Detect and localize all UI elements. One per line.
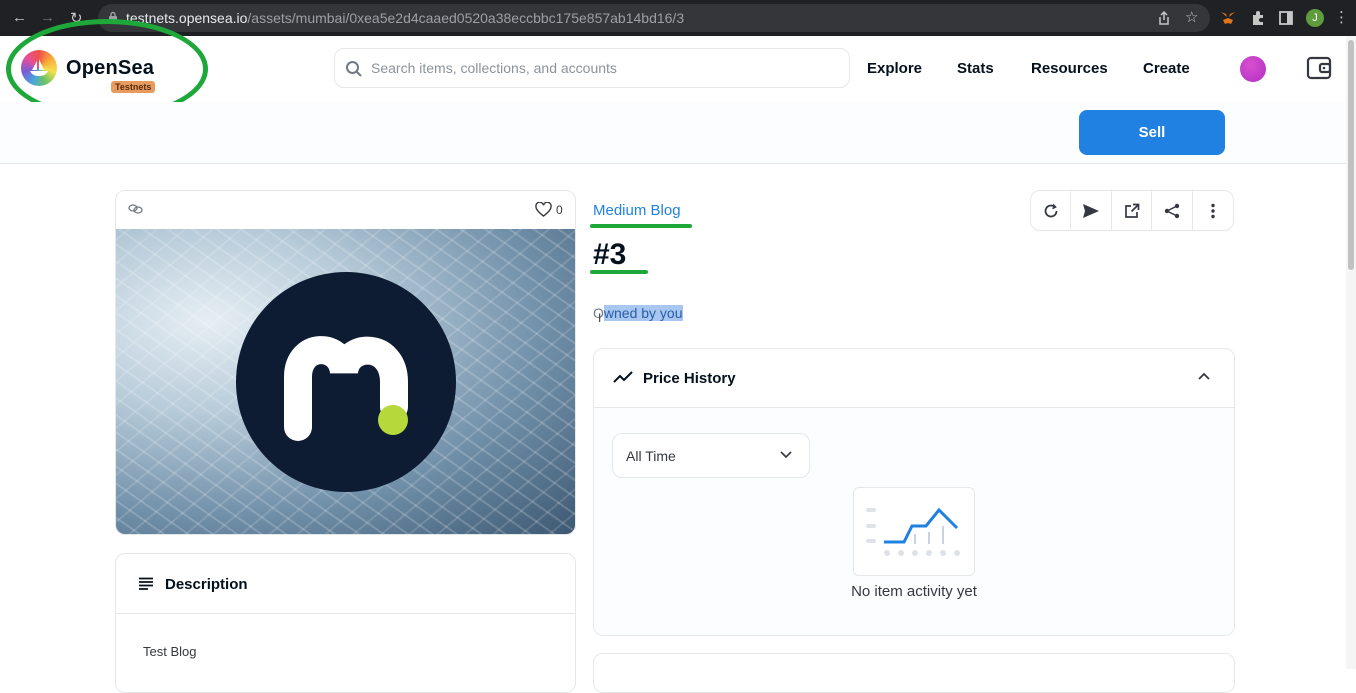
search-bar[interactable] — [334, 48, 850, 88]
description-card: Description Test Blog — [115, 553, 576, 693]
price-history-card: Price History All Time No item activity … — [593, 348, 1235, 636]
chevron-up-icon[interactable] — [1198, 372, 1210, 380]
metamask-fox-icon[interactable] — [1220, 10, 1236, 26]
external-link-icon — [1124, 203, 1139, 218]
nav-explore[interactable]: Explore — [867, 60, 922, 77]
send-icon — [1083, 203, 1100, 218]
time-range-select[interactable]: All Time — [612, 433, 810, 478]
profile-avatar[interactable]: J — [1306, 9, 1324, 27]
address-bar[interactable]: testnets.opensea.io/assets/mumbai/0xea5e… — [98, 4, 1210, 32]
side-panel-icon[interactable] — [1278, 10, 1294, 26]
search-icon — [346, 61, 362, 77]
description-title: Description — [165, 576, 248, 593]
description-header[interactable]: Description — [116, 554, 575, 614]
bookmark-star-icon[interactable]: ☆ — [1185, 8, 1201, 26]
favorite-count: 0 — [556, 203, 563, 217]
chevron-down-icon — [780, 451, 792, 459]
owner-line: Owned by you — [593, 305, 683, 321]
text-cursor-icon: I — [598, 311, 602, 325]
asset-action-toolbar — [1030, 190, 1234, 231]
browser-menu-icon[interactable]: ⋮ — [1334, 8, 1350, 26]
share-page-icon[interactable] — [1156, 10, 1172, 26]
favorite-heart-icon[interactable] — [535, 202, 552, 217]
item-title: #3 — [593, 238, 627, 271]
asset-artwork[interactable] — [116, 229, 575, 534]
owner-selected-text: wned by you — [603, 305, 683, 321]
trending-chart-icon — [613, 371, 633, 383]
extensions-puzzle-icon[interactable] — [1250, 10, 1266, 26]
no-activity-text: No item activity yet — [851, 583, 977, 600]
transfer-button[interactable] — [1071, 191, 1112, 230]
back-icon[interactable]: ← — [12, 9, 27, 26]
title-underline-annotation — [590, 270, 648, 274]
price-history-title: Price History — [643, 370, 736, 387]
price-history-header[interactable]: Price History — [594, 349, 1234, 408]
image-card-header: 0 — [116, 191, 575, 229]
open-external-button[interactable] — [1112, 191, 1153, 230]
nav-resources[interactable]: Resources — [1031, 60, 1108, 77]
price-history-body: All Time No item activity yet — [594, 408, 1234, 635]
more-options-button[interactable] — [1193, 191, 1233, 230]
wallet-icon[interactable] — [1306, 56, 1332, 80]
medium-logo-icon — [236, 272, 456, 492]
refresh-button[interactable] — [1031, 191, 1072, 230]
scrollbar-thumb[interactable] — [1348, 40, 1354, 270]
share-icon — [1164, 203, 1180, 218]
nav-create[interactable]: Create — [1143, 60, 1190, 77]
forward-icon[interactable]: → — [40, 9, 55, 26]
listings-card-partial — [593, 653, 1235, 693]
empty-chart-illustration — [853, 487, 975, 576]
description-lines-icon — [139, 577, 153, 590]
search-input[interactable] — [371, 57, 831, 79]
url-text: testnets.opensea.io/assets/mumbai/0xea5e… — [126, 10, 685, 26]
time-range-value: All Time — [626, 448, 676, 464]
chain-link-icon[interactable] — [128, 203, 143, 215]
share-button[interactable] — [1152, 191, 1193, 230]
browser-toolbar: ← → ↻ testnets.opensea.io/assets/mumbai/… — [0, 0, 1356, 36]
refresh-icon — [1044, 203, 1058, 217]
sell-button[interactable]: Sell — [1079, 110, 1225, 155]
collection-underline-annotation — [590, 224, 692, 228]
collection-link[interactable]: Medium Blog — [593, 202, 681, 219]
description-text: Test Blog — [143, 644, 197, 659]
asset-image-card: 0 — [115, 190, 576, 535]
more-vertical-icon — [1211, 203, 1215, 218]
account-avatar[interactable] — [1240, 56, 1266, 82]
nav-stats[interactable]: Stats — [957, 60, 994, 77]
